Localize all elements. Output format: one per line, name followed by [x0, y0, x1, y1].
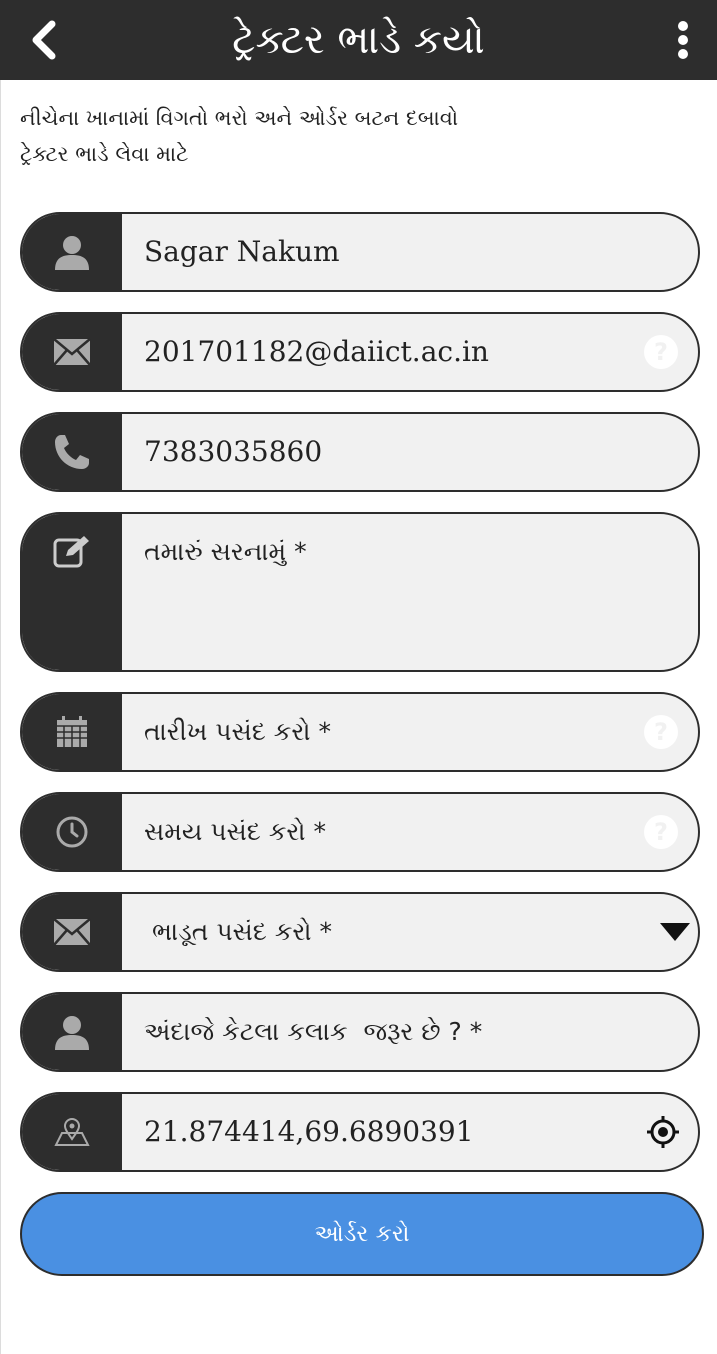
left-divider [0, 80, 1, 1354]
order-button-label: ઓર્ડર કરો [314, 1221, 410, 1247]
address-field-icon-box [22, 514, 122, 670]
time-placeholder: સમય પસંદ કરો * [144, 817, 326, 846]
date-help-icon[interactable]: ? [644, 715, 678, 749]
time-help-icon[interactable]: ? [644, 815, 678, 849]
name-field[interactable]: Sagar Nakum [20, 212, 700, 292]
person-icon [55, 1016, 89, 1050]
caret-down-icon[interactable] [660, 923, 690, 941]
email-value: 201701182@daiict.ac.in [144, 335, 489, 368]
hours-field-icon-box [22, 994, 122, 1070]
fare-dropdown[interactable]: ભાડૂત પસંદ કરો * [20, 892, 700, 972]
fare-selected-value: ભાડૂત પસંદ કરો * [144, 917, 332, 946]
date-placeholder: તારીખ પસંદ કરો * [144, 717, 331, 746]
instructions: નીચેના ખાનામાં વિગતો ભરો અને ઓર્ડર બટન દ… [20, 100, 700, 172]
address-field[interactable]: તમારું સરનામું * [20, 512, 700, 672]
time-field-icon-box [22, 794, 122, 870]
phone-field-icon-box [22, 414, 122, 490]
edit-icon [53, 536, 89, 568]
person-icon [55, 236, 89, 270]
fare-field-icon-box [22, 894, 122, 970]
phone-field[interactable]: 7383035860 [20, 412, 700, 492]
address-placeholder: તમારું સરનામું * [144, 537, 307, 566]
instructions-line-2: ટ્રેક્ટર ભાડે લેવા માટે [20, 142, 189, 166]
back-button[interactable] [14, 10, 74, 70]
page-title: ટ્રેક્ટર ભાડે કયો [232, 17, 485, 63]
app-bar: ટ્રેક્ટર ભાડે કયો [0, 0, 717, 80]
map-pin-icon [54, 1118, 90, 1146]
order-button[interactable]: ઓર્ડર કરો [20, 1192, 704, 1276]
calendar-icon [57, 716, 87, 747]
time-field[interactable]: સમય પસંદ કરો * ? [20, 792, 700, 872]
overflow-menu-button[interactable] [663, 10, 703, 70]
clock-icon [56, 816, 88, 848]
date-field-icon-box [22, 694, 122, 770]
chevron-left-icon [32, 20, 56, 60]
hours-placeholder: અંદાજે કેટલા કલાક જરૂર છે ? * [144, 1017, 483, 1046]
hours-field[interactable]: અંદાજે કેટલા કલાક જરૂર છે ? * [20, 992, 700, 1072]
envelope-icon [53, 918, 91, 946]
name-field-icon-box [22, 214, 122, 290]
location-value: 21.874414,69.6890391 [144, 1115, 474, 1148]
instructions-line-1: નીચેના ખાનામાં વિગતો ભરો અને ઓર્ડર બટન દ… [20, 106, 459, 130]
date-field[interactable]: તારીખ પસંદ કરો * ? [20, 692, 700, 772]
phone-value: 7383035860 [144, 435, 323, 468]
phone-icon [55, 435, 89, 469]
email-field[interactable]: 201701182@daiict.ac.in ? [20, 312, 700, 392]
email-field-icon-box [22, 314, 122, 390]
location-field-icon-box [22, 1094, 122, 1170]
email-help-icon[interactable]: ? [644, 335, 678, 369]
envelope-icon [53, 338, 91, 366]
location-field[interactable]: 21.874414,69.6890391 [20, 1092, 700, 1172]
more-vertical-icon [678, 21, 688, 59]
crosshair-icon[interactable] [646, 1115, 680, 1149]
name-value: Sagar Nakum [144, 235, 340, 268]
